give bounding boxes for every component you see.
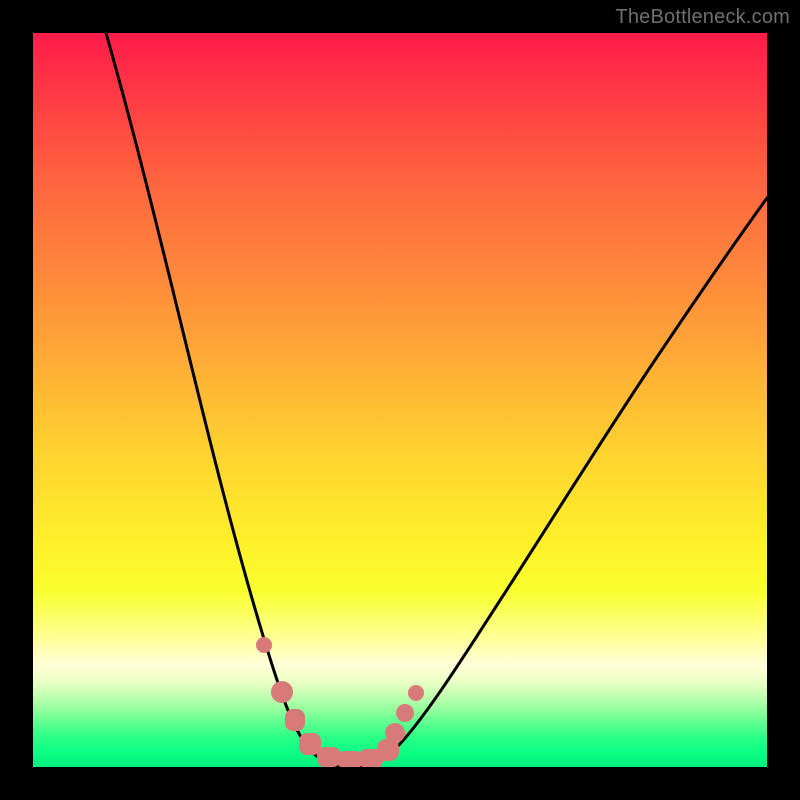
marker-point	[256, 637, 272, 653]
bottleneck-curve-path	[106, 33, 767, 767]
marker-point	[271, 681, 293, 703]
watermark-text: TheBottleneck.com	[615, 6, 790, 29]
marker-group	[256, 637, 424, 767]
curve-layer	[33, 33, 767, 767]
plot-area	[33, 33, 767, 767]
marker-point	[408, 685, 424, 701]
chart-stage: TheBottleneck.com	[0, 0, 800, 800]
marker-point	[396, 704, 414, 722]
marker-point	[385, 723, 405, 743]
marker-point	[299, 733, 321, 755]
marker-point	[285, 709, 305, 731]
